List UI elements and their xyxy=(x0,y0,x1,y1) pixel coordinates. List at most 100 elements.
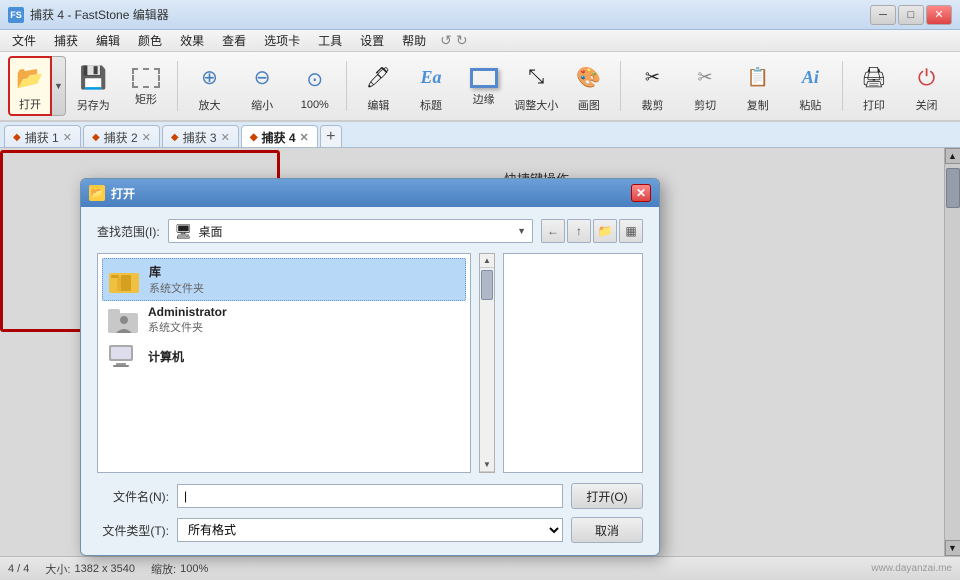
draw-icon: 🎨 xyxy=(573,62,605,94)
location-combo[interactable]: 🖥 桌面 ▼ xyxy=(168,219,533,243)
menu-settings[interactable]: 设置 xyxy=(352,30,392,51)
dialog-title-bar: 📂 打开 ✕ xyxy=(81,179,659,207)
tab-4-diamond: ◆ xyxy=(250,132,258,143)
dialog-bottom: 文件名(N): 打开(O) 文件类型(T): 所有格式 取消 xyxy=(97,483,643,543)
menu-capture[interactable]: 捕获 xyxy=(46,30,86,51)
tab-2-close[interactable]: ✕ xyxy=(142,131,151,144)
draw-button[interactable]: 🎨 画图 xyxy=(564,56,615,116)
nav-view-button[interactable]: ▦ xyxy=(619,219,643,243)
resize-button[interactable]: ⤡ 调整大小 xyxy=(511,56,562,116)
zoom-100-button[interactable]: ⊙ 100% xyxy=(289,56,340,116)
status-right: www.dayanzai.me xyxy=(871,563,952,574)
file-item-computer[interactable]: 计算机 xyxy=(102,339,466,373)
menu-view[interactable]: 查看 xyxy=(214,30,254,51)
filename-input[interactable] xyxy=(177,484,563,508)
menu-edit[interactable]: 编辑 xyxy=(88,30,128,51)
menu-tabs[interactable]: 选项卡 xyxy=(256,30,308,51)
location-dropdown-arrow[interactable]: ▼ xyxy=(517,226,526,236)
paste-icon: Ai xyxy=(794,62,826,94)
border-button[interactable]: 边缘 xyxy=(458,56,509,116)
zoom-in-button[interactable]: ⊕ 放大 xyxy=(184,56,235,116)
tab-3-label: 捕获 3 xyxy=(183,129,217,146)
status-bar: 4 / 4 大小: 1382 x 3540 缩放: 100% www.dayan… xyxy=(0,556,960,580)
filetype-row: 文件类型(T): 所有格式 取消 xyxy=(97,517,643,543)
close-label: 关闭 xyxy=(916,97,938,113)
copy-button[interactable]: 📋 复制 xyxy=(732,56,783,116)
dialog-overlay: 📂 打开 ✕ 查找范围(I): 🖥 桌面 ▼ ← ↑ xyxy=(0,148,960,556)
edit-button[interactable]: 🖊 编辑 xyxy=(353,56,404,116)
paste-label: 粘贴 xyxy=(799,97,821,113)
menu-file[interactable]: 文件 xyxy=(4,30,44,51)
file-item-library[interactable]: 库 系统文件夹 xyxy=(102,258,466,301)
menu-help[interactable]: 帮助 xyxy=(394,30,434,51)
crop-button[interactable]: ✂ 裁剪 xyxy=(627,56,678,116)
rect-icon xyxy=(132,68,160,88)
dialog-scrollbar[interactable]: ▲ ▼ xyxy=(479,253,495,473)
copy-icon: 📋 xyxy=(742,62,774,94)
dialog-scroll-up[interactable]: ▲ xyxy=(480,254,494,268)
zoom-label: 缩放: xyxy=(151,561,176,577)
save-as-button[interactable]: 💾 另存为 xyxy=(68,56,119,116)
file-list-panel[interactable]: 库 系统文件夹 xyxy=(97,253,471,473)
watermark: www.dayanzai.me xyxy=(871,563,952,574)
location-label: 查找范围(I): xyxy=(97,223,160,240)
rect-label: 矩形 xyxy=(135,91,157,107)
title-bar-left: FS 捕获 4 - FastStone 编辑器 xyxy=(8,6,169,23)
open-button[interactable]: 📂 打开 xyxy=(8,56,52,116)
filename-label: 文件名(N): xyxy=(97,488,169,505)
dialog-scroll-thumb[interactable] xyxy=(481,270,493,300)
undo-button[interactable]: ↺ xyxy=(440,32,452,49)
tab-4[interactable]: ◆ 捕获 4 ✕ xyxy=(241,125,318,147)
menu-tools[interactable]: 工具 xyxy=(310,30,350,51)
size-info: 大小: 1382 x 3540 xyxy=(45,561,135,577)
crop-icon: ✂ xyxy=(636,62,668,94)
library-type: 系统文件夹 xyxy=(149,280,204,296)
copy-label: 复制 xyxy=(747,97,769,113)
close-icon: ⏻ xyxy=(911,62,943,94)
tab-1[interactable]: ◆ 捕获 1 ✕ xyxy=(4,125,81,147)
print-icon: 🖨 xyxy=(858,62,890,94)
tab-add-button[interactable]: + xyxy=(320,125,342,147)
menu-color[interactable]: 颜色 xyxy=(130,30,170,51)
tab-2-label: 捕获 2 xyxy=(104,129,138,146)
title-bar: FS 捕获 4 - FastStone 编辑器 ─ □ ✕ xyxy=(0,0,960,30)
tab-4-close[interactable]: ✕ xyxy=(300,131,309,144)
close-window-button[interactable]: ✕ xyxy=(926,5,952,25)
nav-new-folder-button[interactable]: 📁 xyxy=(593,219,617,243)
menu-effects[interactable]: 效果 xyxy=(172,30,212,51)
cut-button[interactable]: ✂ 剪切 xyxy=(680,56,731,116)
location-value: 桌面 xyxy=(198,223,222,240)
tab-3-close[interactable]: ✕ xyxy=(221,131,230,144)
tab-2[interactable]: ◆ 捕获 2 ✕ xyxy=(83,125,160,147)
tab-1-close[interactable]: ✕ xyxy=(63,131,72,144)
nav-back-button[interactable]: ← xyxy=(541,219,565,243)
dialog-body: 查找范围(I): 🖥 桌面 ▼ ← ↑ 📁 ▦ xyxy=(81,207,659,555)
size-label: 大小: xyxy=(45,561,70,577)
dialog-scroll-down[interactable]: ▼ xyxy=(480,458,494,472)
redo-button[interactable]: ↻ xyxy=(456,32,468,49)
minimize-button[interactable]: ─ xyxy=(870,5,896,25)
rect-button[interactable]: 矩形 xyxy=(121,56,172,116)
zoom-out-button[interactable]: ⊖ 缩小 xyxy=(237,56,288,116)
close-button[interactable]: ⏻ 关闭 xyxy=(901,56,952,116)
open-btn[interactable]: 打开(O) xyxy=(571,483,643,509)
main-area: → 快捷键操作。 等，基本上常用的都有了。 下载各种软件的破解补丁。 标快速打开… xyxy=(0,148,960,556)
print-button[interactable]: 🖨 打印 xyxy=(849,56,900,116)
tab-4-label: 捕获 4 xyxy=(262,129,296,146)
maximize-button[interactable]: □ xyxy=(898,5,924,25)
paste-button[interactable]: Ai 粘贴 xyxy=(785,56,836,116)
nav-up-button[interactable]: ↑ xyxy=(567,219,591,243)
edit-icon: 🖊 xyxy=(362,62,394,94)
window-title: 捕获 4 - FastStone 编辑器 xyxy=(30,6,169,23)
file-item-administrator[interactable]: Administrator 系统文件夹 xyxy=(102,301,466,339)
admin-folder-icon xyxy=(108,307,140,333)
title-button[interactable]: Ea 标题 xyxy=(406,56,457,116)
dialog-close-button[interactable]: ✕ xyxy=(631,184,651,202)
zoom-100-icon: ⊙ xyxy=(299,64,331,96)
open-dropdown-arrow[interactable]: ▼ xyxy=(52,56,66,116)
cancel-btn[interactable]: 取消 xyxy=(571,517,643,543)
toolbar: 📂 打开 ▼ 💾 另存为 矩形 ⊕ 放大 ⊖ 缩小 ⊙ 100% 🖊 编辑 Ea… xyxy=(0,52,960,122)
filetype-select[interactable]: 所有格式 xyxy=(177,518,563,542)
tab-3[interactable]: ◆ 捕获 3 ✕ xyxy=(162,125,239,147)
save-as-icon: 💾 xyxy=(77,62,109,94)
